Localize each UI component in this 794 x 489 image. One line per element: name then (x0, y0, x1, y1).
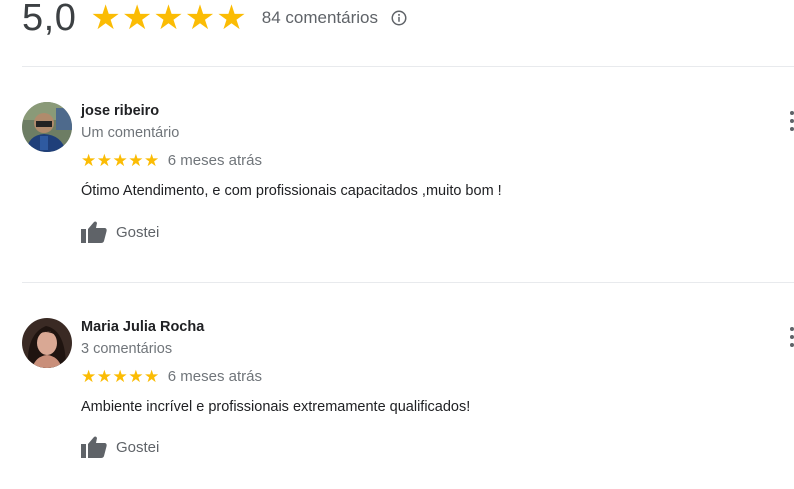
reviewer-review-count: 3 comentários (81, 341, 173, 357)
thumbs-up-icon (81, 221, 107, 243)
star-icon: ★ (153, 0, 184, 37)
review-text: Ótimo Atendimento, e com profissionais c… (81, 183, 502, 199)
star-icon: ★ (90, 0, 121, 37)
star-icon: ★ (128, 367, 144, 386)
review-text: Ambiente incrível e profissionais extrem… (81, 399, 471, 415)
average-stars: ★ ★ ★ ★ ★ (90, 1, 247, 35)
star-icon: ★ (112, 367, 128, 386)
like-button[interactable]: Gostei (80, 220, 159, 244)
thumbs-up-icon (81, 436, 107, 458)
star-icon: ★ (121, 0, 153, 37)
more-options-icon[interactable] (786, 110, 794, 132)
divider (22, 66, 794, 67)
divider (22, 282, 794, 283)
star-icon: ★ (81, 151, 97, 170)
rating-summary: 5,0 ★ ★ ★ ★ ★ 84 comentários (22, 0, 408, 42)
star-icon: ★ (96, 367, 112, 386)
like-label: Gostei (116, 223, 160, 241)
star-icon: ★ (128, 151, 144, 170)
reviewer-name[interactable]: Maria Julia Rocha (81, 319, 204, 335)
star-icon: ★ (216, 0, 247, 37)
star-icon: ★ (144, 367, 160, 386)
review-count: 84 comentários (261, 8, 378, 27)
star-icon: ★ (96, 151, 112, 170)
avatar[interactable] (22, 102, 72, 152)
reviewer-name[interactable]: jose ribeiro (81, 103, 159, 119)
info-icon[interactable] (390, 9, 408, 27)
star-icon: ★ (144, 151, 160, 170)
review-time: 6 meses atrás (167, 152, 262, 169)
like-label: Gostei (116, 438, 160, 456)
review-rating: ★ ★ ★ ★ ★ 6 meses atrás (81, 152, 262, 169)
star-icon: ★ (184, 0, 216, 37)
review-rating: ★ ★ ★ ★ ★ 6 meses atrás (81, 368, 262, 385)
average-score: 5,0 (22, 0, 77, 39)
star-icon: ★ (81, 367, 97, 386)
avatar[interactable] (22, 318, 72, 368)
review-time: 6 meses atrás (167, 368, 262, 385)
like-button[interactable]: Gostei (80, 435, 159, 459)
reviewer-review-count: Um comentário (81, 125, 180, 141)
more-options-icon[interactable] (786, 326, 794, 348)
star-icon: ★ (112, 151, 128, 170)
